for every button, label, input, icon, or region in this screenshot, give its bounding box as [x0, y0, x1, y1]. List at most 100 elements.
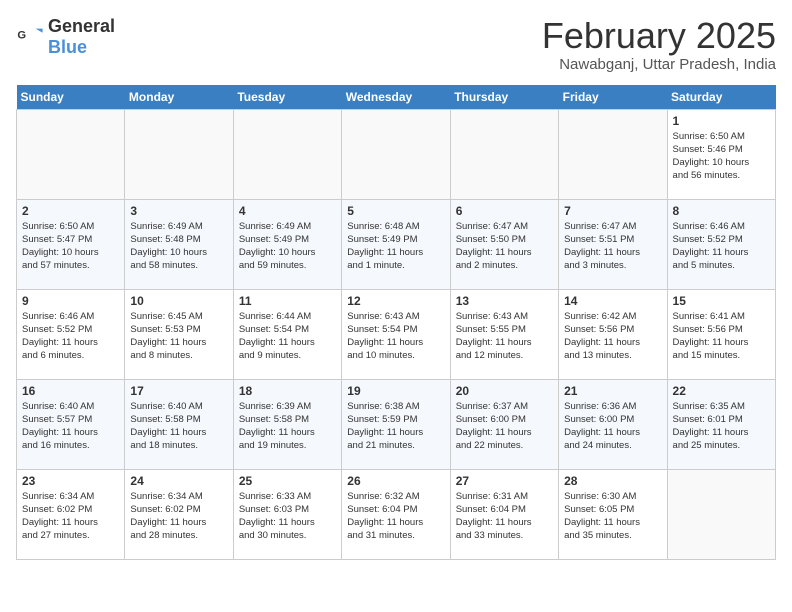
day-info: Sunrise: 6:47 AM Sunset: 5:50 PM Dayligh…: [456, 220, 553, 273]
day-number: 15: [673, 294, 770, 308]
page-header: G General Blue February 2025 Nawabganj, …: [16, 16, 776, 73]
day-number: 9: [22, 294, 119, 308]
calendar-week-row: 16Sunrise: 6:40 AM Sunset: 5:57 PM Dayli…: [17, 379, 776, 469]
calendar-day-cell: [233, 109, 341, 199]
day-info: Sunrise: 6:31 AM Sunset: 6:04 PM Dayligh…: [456, 490, 553, 543]
calendar-day-cell: 25 Sunrise: 6:33 AM Sunset: 6:03 PM Dayli…: [233, 469, 341, 559]
calendar-day-cell: 3 Sunrise: 6:49 AM Sunset: 5:48 PM Daylig…: [125, 199, 233, 289]
calendar-day-cell: 26 Sunrise: 6:32 AM Sunset: 6:04 PM Dayli…: [342, 469, 450, 559]
day-info: Sunrise: 6:47 AM Sunset: 5:51 PM Dayligh…: [564, 220, 661, 273]
logo: G General Blue: [16, 16, 115, 58]
day-info: Sunrise: 6:44 AM Sunset: 5:54 PM Dayligh…: [239, 310, 336, 363]
calendar-table: SundayMondayTuesdayWednesdayThursdayFrid…: [16, 85, 776, 560]
weekday-header-cell: Wednesday: [342, 85, 450, 110]
day-number: 12: [347, 294, 444, 308]
day-number: 17: [130, 384, 227, 398]
day-info: Sunrise: 6:39 AM Sunset: 5:58 PM Dayligh…: [239, 400, 336, 453]
weekday-header-cell: Tuesday: [233, 85, 341, 110]
logo-general: General: [48, 16, 115, 36]
calendar-day-cell: 9 Sunrise: 6:46 AM Sunset: 5:52 PM Daylig…: [17, 289, 125, 379]
weekday-header-row: SundayMondayTuesdayWednesdayThursdayFrid…: [17, 85, 776, 110]
day-number: 4: [239, 204, 336, 218]
day-number: 23: [22, 474, 119, 488]
day-info: Sunrise: 6:45 AM Sunset: 5:53 PM Dayligh…: [130, 310, 227, 363]
day-info: Sunrise: 6:32 AM Sunset: 6:04 PM Dayligh…: [347, 490, 444, 543]
calendar-day-cell: 22 Sunrise: 6:35 AM Sunset: 6:01 PM Dayli…: [667, 379, 775, 469]
day-info: Sunrise: 6:46 AM Sunset: 5:52 PM Dayligh…: [22, 310, 119, 363]
calendar-day-cell: 28 Sunrise: 6:30 AM Sunset: 6:05 PM Dayli…: [559, 469, 667, 559]
day-info: Sunrise: 6:40 AM Sunset: 5:58 PM Dayligh…: [130, 400, 227, 453]
day-number: 13: [456, 294, 553, 308]
calendar-day-cell: 5Sunrise: 6:48 AM Sunset: 5:49 PM Daylig…: [342, 199, 450, 289]
day-number: 26: [347, 474, 444, 488]
calendar-day-cell: [125, 109, 233, 199]
day-number: 21: [564, 384, 661, 398]
calendar-day-cell: 13 Sunrise: 6:43 AM Sunset: 5:55 PM Dayli…: [450, 289, 558, 379]
day-number: 5: [347, 204, 444, 218]
weekday-header-cell: Saturday: [667, 85, 775, 110]
calendar-day-cell: 19Sunrise: 6:38 AM Sunset: 5:59 PM Dayli…: [342, 379, 450, 469]
svg-text:G: G: [17, 29, 26, 41]
calendar-day-cell: 8Sunrise: 6:46 AM Sunset: 5:52 PM Daylig…: [667, 199, 775, 289]
calendar-day-cell: 11Sunrise: 6:44 AM Sunset: 5:54 PM Dayli…: [233, 289, 341, 379]
day-info: Sunrise: 6:37 AM Sunset: 6:00 PM Dayligh…: [456, 400, 553, 453]
calendar-day-cell: 2 Sunrise: 6:50 AM Sunset: 5:47 PM Daylig…: [17, 199, 125, 289]
day-info: Sunrise: 6:49 AM Sunset: 5:48 PM Dayligh…: [130, 220, 227, 273]
calendar-week-row: 23 Sunrise: 6:34 AM Sunset: 6:02 PM Dayli…: [17, 469, 776, 559]
weekday-header-cell: Friday: [559, 85, 667, 110]
day-number: 24: [130, 474, 227, 488]
calendar-day-cell: 27 Sunrise: 6:31 AM Sunset: 6:04 PM Dayli…: [450, 469, 558, 559]
day-number: 14: [564, 294, 661, 308]
calendar-day-cell: 12 Sunrise: 6:43 AM Sunset: 5:54 PM Dayli…: [342, 289, 450, 379]
day-number: 16: [22, 384, 119, 398]
calendar-day-cell: 18 Sunrise: 6:39 AM Sunset: 5:58 PM Dayli…: [233, 379, 341, 469]
day-number: 8: [673, 204, 770, 218]
calendar-title: February 2025: [542, 16, 776, 56]
logo-icon: G: [16, 23, 44, 51]
day-info: Sunrise: 6:49 AM Sunset: 5:49 PM Dayligh…: [239, 220, 336, 273]
calendar-week-row: 2 Sunrise: 6:50 AM Sunset: 5:47 PM Daylig…: [17, 199, 776, 289]
calendar-day-cell: 24 Sunrise: 6:34 AM Sunset: 6:02 PM Dayli…: [125, 469, 233, 559]
day-info: Sunrise: 6:34 AM Sunset: 6:02 PM Dayligh…: [22, 490, 119, 543]
day-info: Sunrise: 6:42 AM Sunset: 5:56 PM Dayligh…: [564, 310, 661, 363]
day-number: 20: [456, 384, 553, 398]
day-info: Sunrise: 6:30 AM Sunset: 6:05 PM Dayligh…: [564, 490, 661, 543]
day-number: 19: [347, 384, 444, 398]
day-number: 2: [22, 204, 119, 218]
day-info: Sunrise: 6:43 AM Sunset: 5:54 PM Dayligh…: [347, 310, 444, 363]
calendar-day-cell: 23 Sunrise: 6:34 AM Sunset: 6:02 PM Dayli…: [17, 469, 125, 559]
day-number: 25: [239, 474, 336, 488]
logo-blue: Blue: [48, 37, 87, 57]
day-info: Sunrise: 6:43 AM Sunset: 5:55 PM Dayligh…: [456, 310, 553, 363]
day-number: 6: [456, 204, 553, 218]
day-info: Sunrise: 6:33 AM Sunset: 6:03 PM Dayligh…: [239, 490, 336, 543]
calendar-body: 1Sunrise: 6:50 AM Sunset: 5:46 PM Daylig…: [17, 109, 776, 559]
calendar-day-cell: 10 Sunrise: 6:45 AM Sunset: 5:53 PM Dayli…: [125, 289, 233, 379]
calendar-day-cell: 14 Sunrise: 6:42 AM Sunset: 5:56 PM Dayli…: [559, 289, 667, 379]
calendar-day-cell: 17 Sunrise: 6:40 AM Sunset: 5:58 PM Dayli…: [125, 379, 233, 469]
calendar-day-cell: [17, 109, 125, 199]
day-number: 18: [239, 384, 336, 398]
calendar-day-cell: 1Sunrise: 6:50 AM Sunset: 5:46 PM Daylig…: [667, 109, 775, 199]
day-number: 10: [130, 294, 227, 308]
calendar-day-cell: 16Sunrise: 6:40 AM Sunset: 5:57 PM Dayli…: [17, 379, 125, 469]
day-info: Sunrise: 6:35 AM Sunset: 6:01 PM Dayligh…: [673, 400, 770, 453]
calendar-day-cell: 4 Sunrise: 6:49 AM Sunset: 5:49 PM Daylig…: [233, 199, 341, 289]
calendar-day-cell: [559, 109, 667, 199]
day-number: 7: [564, 204, 661, 218]
day-info: Sunrise: 6:50 AM Sunset: 5:46 PM Dayligh…: [673, 130, 770, 183]
calendar-week-row: 9 Sunrise: 6:46 AM Sunset: 5:52 PM Daylig…: [17, 289, 776, 379]
calendar-day-cell: 21Sunrise: 6:36 AM Sunset: 6:00 PM Dayli…: [559, 379, 667, 469]
day-number: 27: [456, 474, 553, 488]
calendar-week-row: 1Sunrise: 6:50 AM Sunset: 5:46 PM Daylig…: [17, 109, 776, 199]
calendar-subtitle: Nawabganj, Uttar Pradesh, India: [542, 56, 776, 73]
weekday-header-cell: Thursday: [450, 85, 558, 110]
day-number: 28: [564, 474, 661, 488]
day-info: Sunrise: 6:34 AM Sunset: 6:02 PM Dayligh…: [130, 490, 227, 543]
calendar-day-cell: 7 Sunrise: 6:47 AM Sunset: 5:51 PM Daylig…: [559, 199, 667, 289]
day-number: 22: [673, 384, 770, 398]
weekday-header-cell: Sunday: [17, 85, 125, 110]
calendar-day-cell: [342, 109, 450, 199]
day-number: 3: [130, 204, 227, 218]
day-info: Sunrise: 6:50 AM Sunset: 5:47 PM Dayligh…: [22, 220, 119, 273]
